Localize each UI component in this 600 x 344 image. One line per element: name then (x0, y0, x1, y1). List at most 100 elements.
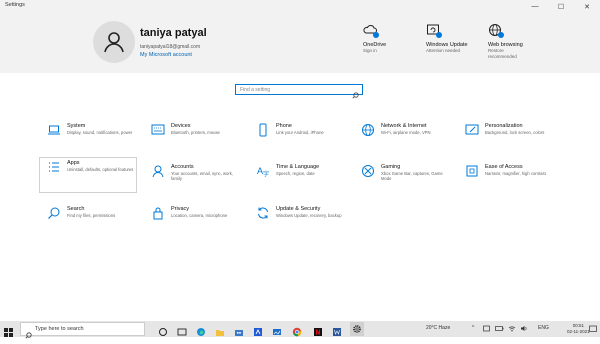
tile-name: Accounts (171, 164, 194, 170)
tile-phone[interactable]: Phone Link your Android, iPhone (253, 121, 349, 155)
volume-icon[interactable] (520, 325, 528, 334)
header-item-onedrive[interactable]: OneDrive Sign in (363, 23, 423, 54)
laptop-icon (48, 125, 60, 135)
microsoft-account-link[interactable]: My Microsoft account (140, 52, 192, 58)
tile-desc: Find my files, permissions (67, 213, 116, 218)
tile-system[interactable]: System Display, sound, notifications, pow… (44, 121, 140, 155)
tile-desc: Background, lock screen, colors (485, 130, 545, 135)
language-indicator[interactable]: ENG (538, 325, 549, 331)
search-input[interactable]: Find a setting (240, 87, 270, 93)
window-title: Settings (5, 2, 25, 8)
tile-privacy[interactable]: Privacy Location, camera, microphone (148, 204, 244, 238)
refresh-icon (258, 207, 268, 219)
file-explorer-icon[interactable] (215, 324, 225, 336)
taskbar-search-text: Type here to search (35, 326, 84, 332)
chevron-up-icon[interactable]: ^ (472, 325, 474, 331)
tray-app-icon[interactable] (483, 325, 490, 334)
tile-name: Time & Language (276, 164, 320, 170)
word-icon[interactable] (332, 324, 342, 336)
tile-name: Personalization (485, 123, 523, 129)
wifi-icon[interactable] (508, 325, 516, 334)
globe-icon (362, 124, 374, 136)
photos-icon[interactable] (272, 324, 282, 335)
battery-icon[interactable] (495, 325, 504, 334)
close-button[interactable]: ✕ (574, 0, 600, 13)
netflix-icon[interactable] (313, 324, 323, 336)
tile-update-security[interactable]: Update & Security Windows Update, recover… (253, 204, 349, 238)
onedrive-status: Sign in (363, 48, 377, 53)
tile-search[interactable]: Search Find my files, permissions (44, 204, 140, 238)
tile-network[interactable]: Network & Internet Wi-Fi, airplane mode, … (358, 121, 454, 155)
maximize-button[interactable]: ☐ (548, 0, 574, 13)
tile-name: Search (67, 206, 85, 212)
search-icon (352, 86, 359, 104)
chrome-icon[interactable] (292, 324, 302, 337)
tile-devices[interactable]: Devices Bluetooth, printers, mouse (148, 121, 244, 155)
lock-icon (153, 207, 163, 220)
tile-desc: Narrator, magnifier, high contrast (485, 171, 546, 176)
user-email: taniyapatyal18@gmail.com (140, 44, 201, 50)
paintbrush-icon (465, 124, 479, 135)
apps-list-icon (49, 162, 59, 172)
globe-icon (488, 23, 504, 38)
header-item-web-browsing[interactable]: Web browsing Restore recommended (488, 23, 548, 59)
windows-update-status: Attention needed (426, 48, 461, 53)
tile-name: Phone (276, 123, 292, 129)
task-view-icon[interactable] (177, 324, 187, 336)
windows-start-icon[interactable] (4, 324, 13, 342)
ease-of-access-icon (466, 165, 478, 177)
tile-time-language[interactable]: A字 Time & Language Speech, region, date (253, 162, 349, 196)
tile-desc: Windows Update, recovery, backup (276, 213, 342, 218)
xbox-icon (362, 165, 374, 177)
minimize-button[interactable]: — (522, 0, 548, 13)
tile-desc: Uninstall, defaults, optional features (67, 167, 134, 172)
account-header: taniya patyal taniyapatyal18@gmail.com M… (0, 13, 600, 73)
clock-date: 02-11-2021 (567, 329, 590, 334)
tile-name: Update & Security (276, 206, 321, 212)
time-language-icon: A字 (257, 166, 269, 178)
store-icon[interactable] (234, 324, 244, 336)
tile-name: Devices (171, 123, 191, 129)
search-icon (25, 326, 32, 344)
tile-desc: Xbox Game Bar, captures, Game Mode (381, 171, 443, 182)
update-icon (426, 23, 442, 38)
notification-icon[interactable] (589, 325, 597, 335)
tile-desc: Link your Android, iPhone (276, 130, 324, 135)
tile-desc: Bluetooth, printers, mouse (171, 130, 220, 135)
settings-search-box[interactable]: Find a setting (235, 84, 363, 99)
tile-name: Network & Internet (381, 123, 427, 129)
settings-gear-icon[interactable] (350, 322, 364, 336)
tile-accounts[interactable]: Accounts Your accounts, email, sync, work… (148, 162, 244, 196)
tile-name: Ease of Access (485, 164, 523, 170)
taskbar: Type here to search 20°C Haze ^ ENG 00:5… (0, 321, 600, 339)
tile-desc: Location, camera, microphone (171, 213, 228, 218)
phone-icon (259, 123, 267, 137)
clock[interactable]: 00:51 02-11-2021 (567, 323, 590, 335)
weather-widget[interactable]: 20°C Haze (426, 325, 450, 331)
tile-name: Privacy (171, 206, 190, 212)
avatar[interactable] (93, 21, 135, 63)
taskbar-search-box[interactable]: Type here to search (20, 322, 145, 339)
user-name: taniya patyal (140, 27, 207, 39)
tile-desc: Wi-Fi, airplane mode, VPN (381, 130, 431, 135)
web-browsing-status-2: recommended (488, 53, 517, 59)
title-bar: Settings — ☐ ✕ (0, 0, 600, 13)
tile-gaming[interactable]: Gaming Xbox Game Bar, captures, Game Mode (358, 162, 454, 196)
person-icon (152, 165, 164, 178)
header-item-windows-update[interactable]: Windows Update Attention needed (426, 23, 486, 54)
search-icon (48, 207, 60, 219)
edge-icon[interactable] (196, 324, 206, 336)
person-icon (104, 32, 124, 53)
svg-text:字: 字 (263, 170, 269, 178)
tile-ease-of-access[interactable]: Ease of Access Narrator, magnifier, high … (462, 162, 558, 196)
cloud-icon (363, 23, 379, 38)
tile-name: Gaming (381, 164, 401, 170)
tile-desc: Speech, region, date (276, 171, 315, 176)
tile-name: Apps (67, 160, 80, 166)
tile-apps[interactable]: Apps Uninstall, defaults, optional featur… (39, 157, 137, 193)
cortana-icon[interactable] (158, 324, 168, 336)
tile-name: System (67, 123, 86, 129)
keyboard-icon (151, 124, 165, 135)
paint-app-icon[interactable] (253, 324, 263, 336)
tile-personalization[interactable]: Personalization Background, lock screen, … (462, 121, 558, 155)
